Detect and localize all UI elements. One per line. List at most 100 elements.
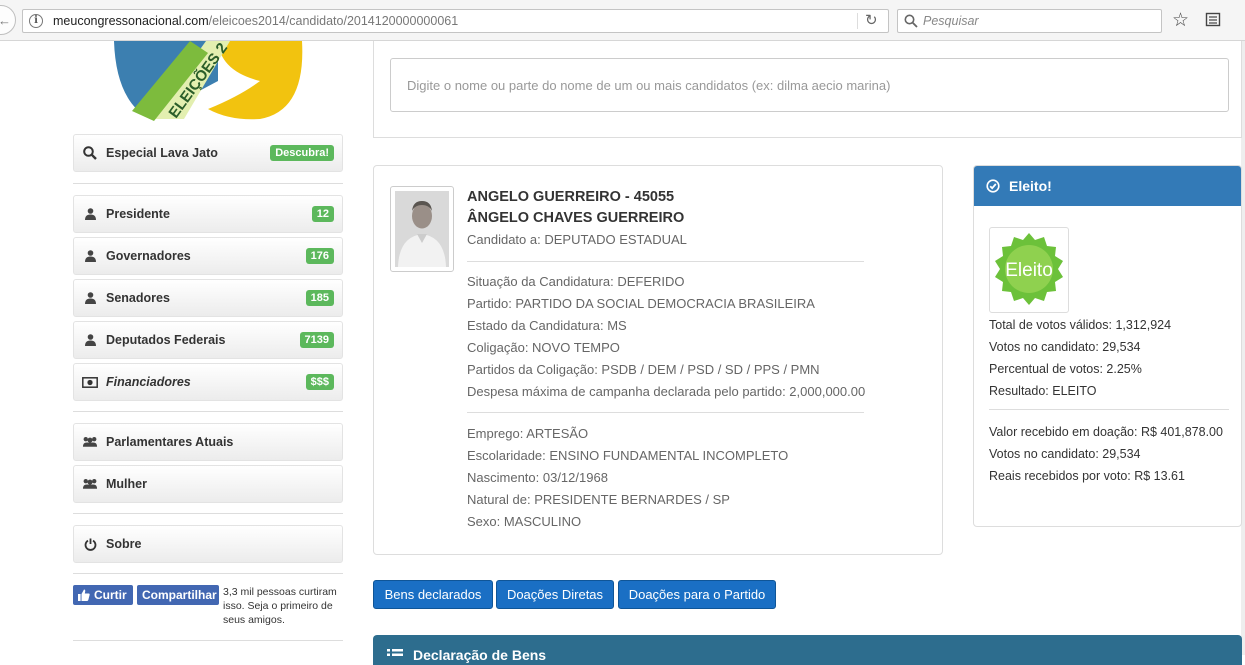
candidate-detail: Estado da Candidatura: MS	[467, 318, 627, 333]
user-icon	[82, 292, 98, 304]
reload-icon[interactable]: ↻	[865, 11, 878, 29]
sidebar-item-label: Sobre	[106, 537, 142, 551]
facebook-like-button[interactable]: Curtir	[73, 585, 133, 605]
candidate-office: Candidato a: DEPUTADO ESTADUAL	[467, 232, 687, 247]
result-status: Eleito!	[1009, 178, 1052, 194]
candidate-personal: Nascimento: 03/12/1968	[467, 470, 608, 485]
facebook-like-count: 3,3 mil pessoas curtiram isso. Seja o pr…	[223, 586, 337, 626]
candidate-personal: Escolaridade: ENSINO FUNDAMENTAL INCOMPL…	[467, 448, 789, 463]
facebook-share-label: Compartilhar	[142, 588, 217, 602]
sidebar-divider	[73, 183, 343, 184]
candidate-detail: Partido: PARTIDO DA SOCIAL DEMOCRACIA BR…	[467, 296, 815, 311]
sidebar-item-presidente[interactable]: Presidente 12	[73, 195, 343, 233]
candidate-info: ANGELO GUERREIRO - 45055 ÂNGELO CHAVES G…	[467, 187, 867, 533]
result-stat: Total de votos válidos: 1,312,924	[989, 318, 1172, 332]
check-circle-icon	[986, 179, 1000, 193]
browser-search-placeholder: Pesquisar	[923, 14, 979, 28]
facebook-widget: Curtir Compartilhar 3,3 mil pessoas curt…	[73, 584, 345, 628]
result-stat: Percentual de votos: 2.25%	[989, 362, 1142, 376]
list-icon	[387, 649, 403, 656]
candidate-detail: Situação da Candidatura: DEFERIDO	[467, 274, 685, 289]
sidebar-item-financiadores[interactable]: Financiadores $$$	[73, 363, 343, 401]
candidate-portrait-icon	[395, 191, 449, 267]
donation-stat: Reais recebidos por voto: R$ 13.61	[989, 469, 1185, 483]
count-badge: 7139	[299, 332, 334, 348]
sidebar-item-governadores[interactable]: Governadores 176	[73, 237, 343, 275]
candidate-title: ANGELO GUERREIRO - 45055	[467, 189, 675, 205]
candidate-search-input[interactable]	[390, 58, 1229, 112]
candidate-detail: Coligação: NOVO TEMPO	[467, 340, 620, 355]
assets-declaration-title: Declaração de Bens	[413, 647, 547, 663]
user-icon	[82, 250, 98, 262]
divider	[989, 409, 1229, 410]
back-button[interactable]: ←	[0, 5, 16, 35]
url-text: meucongressonacional.com/eleicoes2014/ca…	[53, 14, 458, 28]
candidate-panel: ANGELO GUERREIRO - 45055 ÂNGELO CHAVES G…	[373, 165, 943, 555]
donation-stat: Votos no candidato: 29,534	[989, 447, 1141, 461]
users-icon	[82, 478, 98, 490]
facebook-share-button[interactable]: Compartilhar	[137, 585, 219, 605]
sidebar-item-label: Governadores	[106, 249, 191, 263]
url-domain: meucongressonacional.com	[53, 14, 209, 28]
divider	[467, 261, 864, 262]
sidebar-item-label: Mulher	[106, 477, 147, 491]
search-icon	[82, 146, 98, 160]
party-donations-button[interactable]: Doações para o Partido	[618, 580, 776, 609]
sidebar-divider	[73, 411, 343, 412]
money-icon	[82, 376, 98, 388]
candidate-search-panel	[373, 41, 1242, 138]
sidebar-item-senadores[interactable]: Senadores 185	[73, 279, 343, 317]
elected-seal: Eleito	[989, 227, 1069, 313]
sidebar-divider	[73, 513, 343, 514]
user-icon	[82, 334, 98, 346]
search-icon	[904, 14, 918, 28]
arrow-left-icon: ←	[0, 12, 11, 28]
donation-stat: Valor recebido em doação: R$ 401,878.00	[989, 425, 1223, 439]
candidate-photo	[390, 186, 454, 272]
candidate-detail: Despesa máxima de campanha declarada pel…	[467, 384, 866, 399]
declared-assets-button[interactable]: Bens declarados	[373, 580, 493, 609]
power-icon	[82, 538, 98, 551]
sidebar-item-mulher[interactable]: Mulher	[73, 465, 343, 503]
site-logo[interactable]: ELEIÇÕES 2	[110, 41, 310, 121]
seal-text: Eleito	[1005, 260, 1053, 281]
browser-search-box[interactable]: Pesquisar	[897, 9, 1162, 33]
sidebar-item-parlamentares-atuais[interactable]: Parlamentares Atuais	[73, 423, 343, 461]
sidebar-divider	[73, 573, 343, 574]
browser-toolbar: ← i meucongressonacional.com/eleicoes201…	[0, 0, 1245, 41]
sidebar-item-label: Deputados Federais	[106, 333, 226, 347]
money-badge: $$$	[305, 374, 334, 390]
divider	[467, 412, 864, 413]
sidebar-item-label: Especial Lava Jato	[106, 146, 218, 160]
new-badge: Descubra!	[270, 145, 334, 161]
info-icon[interactable]: i	[29, 14, 43, 28]
sidebar-item-sobre[interactable]: Sobre	[73, 525, 343, 563]
sidebar-item-deputados-federais[interactable]: Deputados Federais 7139	[73, 321, 343, 359]
reading-list-icon[interactable]	[1205, 11, 1221, 27]
sidebar-item-label: Parlamentares Atuais	[106, 435, 234, 449]
sidebar-item-label: Financiadores	[106, 375, 191, 389]
count-badge: 12	[311, 206, 334, 222]
candidate-personal: Sexo: MASCULINO	[467, 514, 582, 529]
result-stat: Resultado: ELEITO	[989, 384, 1097, 398]
sidebar-item-lava-jato[interactable]: Especial Lava Jato Descubra!	[73, 134, 343, 172]
facebook-like-label: Curtir	[94, 588, 127, 602]
elected-seal-icon: Eleito	[995, 233, 1063, 305]
assets-declaration-panel: Declaração de Bens	[373, 635, 1242, 665]
election-logo-graphic: ELEIÇÕES 2	[114, 41, 303, 121]
direct-donations-button[interactable]: Doações Diretas	[496, 580, 614, 609]
sidebar-item-label: Senadores	[106, 291, 170, 305]
candidate-personal: Emprego: ARTESÃO	[467, 426, 589, 441]
result-stat: Votos no candidato: 29,534	[989, 340, 1141, 354]
sidebar-divider	[73, 640, 343, 641]
election-result-panel: Eleito! Eleito Total de votos válidos: 1…	[973, 165, 1242, 527]
count-badge: 185	[305, 290, 334, 306]
candidate-detail: Partidos da Coligação: PSDB / DEM / PSD …	[467, 362, 820, 377]
address-bar[interactable]: i meucongressonacional.com/eleicoes2014/…	[22, 9, 889, 33]
candidate-full-name: ÂNGELO CHAVES GUERREIRO	[467, 210, 685, 226]
users-icon	[82, 436, 98, 448]
candidate-personal: Natural de: PRESIDENTE BERNARDES / SP	[467, 492, 730, 507]
address-divider	[857, 13, 858, 29]
user-icon	[82, 208, 98, 220]
bookmark-star-icon[interactable]: ☆	[1172, 9, 1189, 32]
